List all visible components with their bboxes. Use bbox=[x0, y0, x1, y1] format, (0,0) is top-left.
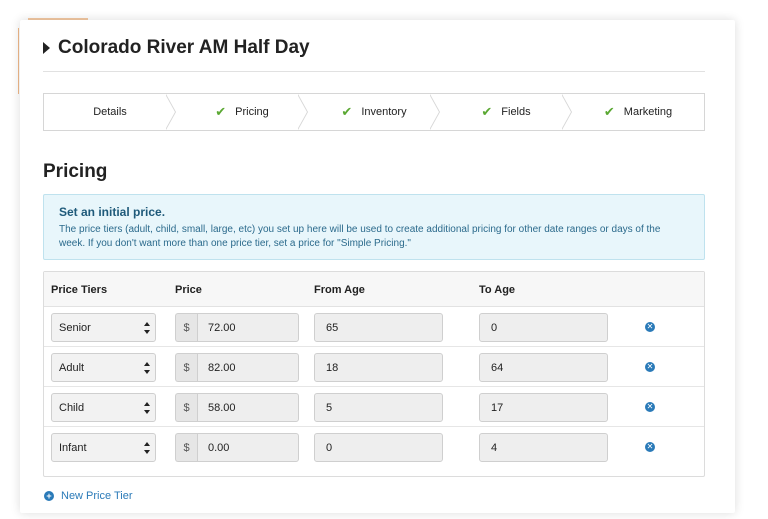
to-age-input[interactable]: 4 bbox=[479, 433, 608, 462]
page-title: Colorado River AM Half Day bbox=[58, 37, 310, 58]
table-row: Adult $ 82.00 18 64 ✕ bbox=[44, 347, 704, 387]
check-icon: ✔ bbox=[215, 104, 227, 119]
header-price-tiers: Price Tiers bbox=[51, 284, 108, 296]
plus-circle-icon: + bbox=[44, 491, 54, 501]
select-arrows-icon bbox=[144, 442, 150, 454]
tier-select-value: Senior bbox=[59, 321, 91, 334]
table-header: Price Tiers Price From Age To Age bbox=[44, 272, 704, 307]
info-title: Set an initial price. bbox=[59, 205, 166, 219]
tier-select[interactable]: Senior bbox=[51, 313, 156, 342]
price-input[interactable]: 58.00 bbox=[197, 393, 299, 422]
section-title: Pricing bbox=[43, 161, 108, 182]
title-divider bbox=[43, 71, 705, 72]
new-price-tier-link[interactable]: + New Price Tier bbox=[44, 490, 133, 502]
tier-select[interactable]: Child bbox=[51, 393, 156, 422]
check-icon: ✔ bbox=[341, 104, 353, 119]
tier-select-value: Infant bbox=[59, 441, 87, 454]
check-icon: ✔ bbox=[481, 104, 493, 119]
step-marketing[interactable]: ✔ Marketing bbox=[561, 94, 704, 130]
step-label: Fields bbox=[501, 106, 531, 118]
step-pricing[interactable]: ✔ Pricing bbox=[165, 94, 308, 130]
tier-select-value: Adult bbox=[59, 361, 85, 374]
step-label: Inventory bbox=[361, 106, 407, 118]
step-label: Marketing bbox=[623, 106, 673, 118]
currency-addon: $ bbox=[175, 393, 197, 422]
remove-circle-icon[interactable]: ✕ bbox=[645, 322, 655, 332]
price-input[interactable]: 82.00 bbox=[197, 353, 299, 382]
remove-circle-icon[interactable]: ✕ bbox=[645, 402, 655, 412]
select-arrows-icon bbox=[144, 362, 150, 374]
tier-select[interactable]: Adult bbox=[51, 353, 156, 382]
price-tiers-table: Price Tiers Price From Age To Age Senior… bbox=[43, 271, 705, 477]
info-callout: Set an initial price. The price tiers (a… bbox=[43, 194, 705, 260]
tier-select-value: Child bbox=[59, 401, 85, 414]
header-to-age: To Age bbox=[479, 284, 516, 296]
tier-select[interactable]: Infant bbox=[51, 433, 156, 462]
caret-right-icon[interactable] bbox=[43, 42, 50, 54]
from-age-input[interactable]: 5 bbox=[314, 393, 443, 422]
price-field: $ 82.00 bbox=[175, 353, 299, 382]
to-age-input[interactable]: 0 bbox=[479, 313, 608, 342]
info-text: The price tiers (adult, child, small, la… bbox=[59, 224, 661, 249]
select-arrows-icon bbox=[144, 322, 150, 334]
remove-circle-icon[interactable]: ✕ bbox=[645, 362, 655, 372]
select-arrows-icon bbox=[144, 402, 150, 414]
title-row[interactable]: Colorado River AM Half Day bbox=[43, 36, 310, 60]
to-age-input[interactable]: 17 bbox=[479, 393, 608, 422]
currency-addon: $ bbox=[175, 433, 197, 462]
step-label: Pricing bbox=[235, 106, 269, 118]
price-input[interactable]: 0.00 bbox=[197, 433, 299, 462]
price-field: $ 0.00 bbox=[175, 433, 299, 462]
header-from-age: From Age bbox=[314, 284, 365, 296]
table-row: Child $ 58.00 5 17 ✕ bbox=[44, 387, 704, 427]
new-price-tier-label: New Price Tier bbox=[61, 490, 133, 502]
from-age-input[interactable]: 0 bbox=[314, 433, 443, 462]
edit-product-panel: Colorado River AM Half Day Details ✔ Pri… bbox=[20, 20, 735, 513]
step-details[interactable]: Details bbox=[44, 94, 176, 130]
from-age-input[interactable]: 18 bbox=[314, 353, 443, 382]
check-icon: ✔ bbox=[603, 104, 615, 119]
to-age-input[interactable]: 64 bbox=[479, 353, 608, 382]
header-price: Price bbox=[175, 284, 202, 296]
price-field: $ 72.00 bbox=[175, 313, 299, 342]
step-fields[interactable]: ✔ Fields bbox=[429, 94, 572, 130]
table-row: Infant $ 0.00 0 4 ✕ bbox=[44, 427, 704, 467]
currency-addon: $ bbox=[175, 353, 197, 382]
wizard-steps: Details ✔ Pricing ✔ Inventory ✔ Fields ✔… bbox=[43, 93, 705, 131]
price-input[interactable]: 72.00 bbox=[197, 313, 299, 342]
step-label: Details bbox=[93, 106, 127, 118]
from-age-input[interactable]: 65 bbox=[314, 313, 443, 342]
price-field: $ 58.00 bbox=[175, 393, 299, 422]
table-row: Senior $ 72.00 65 0 ✕ bbox=[44, 307, 704, 347]
remove-circle-icon[interactable]: ✕ bbox=[645, 442, 655, 452]
currency-addon: $ bbox=[175, 313, 197, 342]
step-inventory[interactable]: ✔ Inventory bbox=[297, 94, 440, 130]
